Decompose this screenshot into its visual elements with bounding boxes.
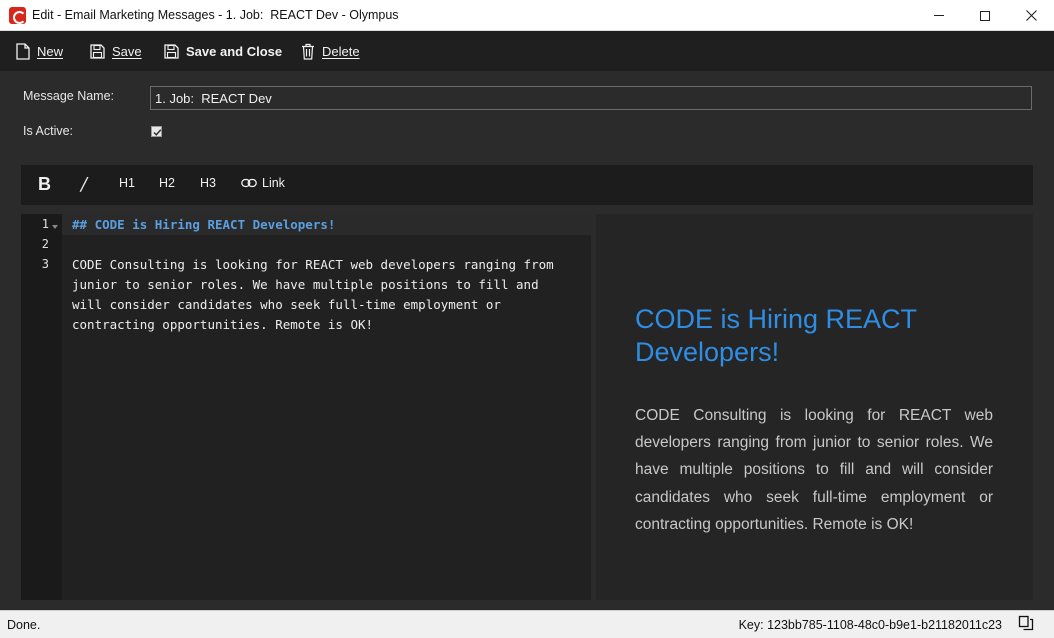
save-button[interactable]: Save	[90, 40, 142, 62]
save-label: Save	[112, 43, 142, 59]
save-and-close-button[interactable]: Save and Close	[164, 40, 282, 62]
link-icon	[241, 178, 257, 188]
italic-button[interactable]: /	[81, 174, 87, 195]
new-document-icon	[16, 42, 30, 60]
delete-label: Delete	[322, 43, 360, 59]
bold-button[interactable]: B	[38, 174, 51, 195]
status-bar: Done. Key: 123bb785-1108-48c0-b9e1-b2118…	[0, 610, 1054, 638]
save-icon	[164, 43, 179, 59]
line-number: 1	[41, 217, 49, 231]
close-button[interactable]	[1008, 0, 1054, 31]
preview-heading: CODE is Hiring REACT Developers!	[635, 304, 917, 367]
title-bar: Edit - Email Marketing Messages - 1. Job…	[0, 0, 1054, 31]
minimize-button[interactable]	[916, 0, 962, 31]
delete-button[interactable]: Delete	[301, 40, 360, 62]
heading2-button[interactable]: H2	[159, 176, 175, 190]
checkmark-icon	[153, 129, 162, 136]
is-active-label: Is Active:	[23, 124, 74, 138]
markdown-preview: CODE is Hiring REACT Developers! CODE Co…	[596, 214, 1033, 600]
copy-icon[interactable]	[1018, 615, 1034, 631]
record-key: Key: 123bb785-1108-48c0-b9e1-b21182011c2…	[738, 618, 1002, 632]
is-active-checkbox[interactable]	[151, 126, 162, 137]
app-logo-icon	[9, 7, 26, 24]
markdown-format-toolbar: B / H1 H2 H3 Link	[21, 165, 1033, 205]
heading3-button[interactable]: H3	[200, 176, 216, 190]
close-icon	[1025, 10, 1037, 21]
status-text: Done.	[7, 618, 41, 632]
new-label: New	[37, 43, 64, 59]
editor-line-heading: ## CODE is Hiring REACT Developers!	[72, 217, 336, 232]
new-button[interactable]: New	[16, 40, 63, 62]
maximize-button[interactable]	[962, 0, 1008, 31]
save-icon	[90, 43, 105, 59]
minimize-icon	[934, 15, 944, 16]
link-button[interactable]: Link	[241, 176, 285, 190]
main-toolbar: New Save Save and Close Delete	[0, 31, 1054, 71]
message-name-input[interactable]	[150, 86, 1032, 110]
trash-icon	[302, 43, 314, 60]
markdown-editor[interactable]: 1 2 3 ## CODE is Hiring REACT Developers…	[21, 214, 591, 600]
window-title: Edit - Email Marketing Messages - 1. Job…	[32, 8, 399, 22]
message-name-label: Message Name:	[23, 89, 115, 103]
line-number-gutter: 1 2 3	[21, 214, 62, 600]
line-number: 2	[41, 237, 49, 251]
preview-paragraph: CODE Consulting is looking for REACT web…	[635, 407, 993, 533]
heading1-button[interactable]: H1	[119, 176, 135, 190]
editor-line-paragraph: CODE Consulting is looking for REACT web…	[72, 257, 554, 332]
fold-arrow-icon[interactable]	[52, 225, 58, 229]
link-label: Link	[262, 176, 285, 190]
save-and-close-label: Save and Close	[186, 43, 283, 59]
maximize-icon	[980, 10, 990, 21]
line-number: 3	[41, 257, 49, 271]
